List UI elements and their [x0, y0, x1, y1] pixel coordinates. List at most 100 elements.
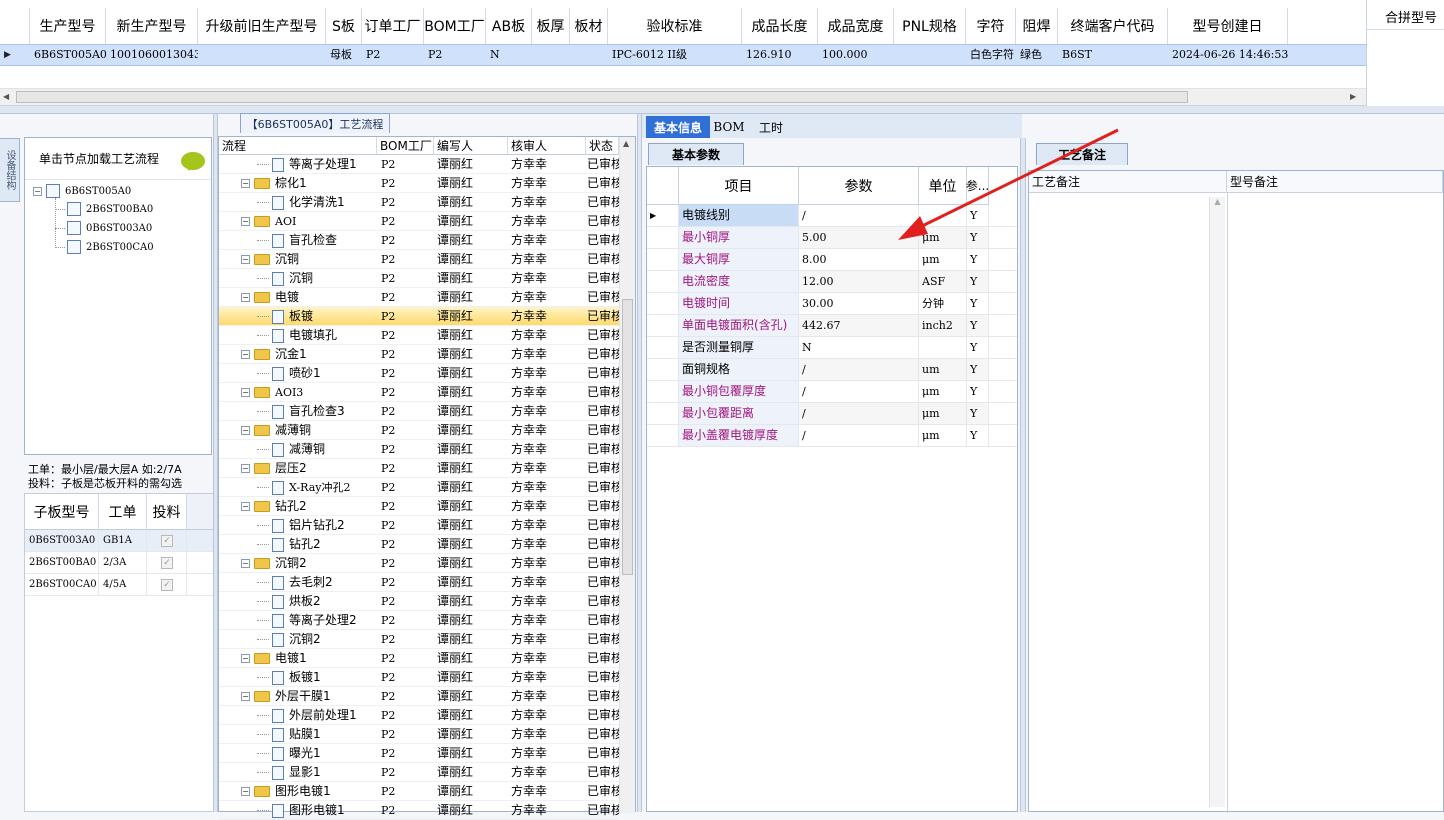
col-writer[interactable]: 编写人: [434, 137, 508, 155]
process-node[interactable]: − AOI: [241, 212, 381, 231]
tree-node-child[interactable]: 2B6ST00BA0: [55, 200, 153, 218]
param-value-cell[interactable]: /: [799, 403, 919, 424]
feed-checkbox-cell[interactable]: ✓: [147, 574, 187, 595]
process-node[interactable]: − 沉铜: [241, 250, 381, 269]
horizontal-scrollbar[interactable]: ◀ ▶: [0, 88, 1366, 105]
process-row[interactable]: − 电镀1 P2 谭丽红 方幸幸 已审核: [219, 649, 619, 668]
collapse-icon[interactable]: −: [241, 464, 250, 473]
process-row[interactable]: 板镀1 P2 谭丽红 方幸幸 已审核: [219, 668, 619, 687]
grid-cell[interactable]: [198, 45, 326, 65]
process-node[interactable]: 减薄铜: [257, 440, 397, 459]
grid-cell[interactable]: [894, 45, 966, 65]
process-node[interactable]: 显影1: [257, 763, 397, 782]
feed-checkbox[interactable]: ✓: [161, 535, 173, 547]
collapse-icon[interactable]: −: [33, 186, 42, 196]
col-header[interactable]: 型号创建日: [1168, 8, 1288, 44]
process-row[interactable]: 外层前处理1 P2 谭丽红 方幸幸 已审核: [219, 706, 619, 725]
process-row[interactable]: 曝光1 P2 谭丽红 方幸幸 已审核: [219, 744, 619, 763]
col-process[interactable]: 流程: [219, 137, 377, 155]
collapse-icon[interactable]: −: [241, 426, 250, 435]
process-node[interactable]: 沉铜: [257, 269, 397, 288]
process-node[interactable]: 钻孔2: [257, 535, 397, 554]
collapse-icon[interactable]: −: [241, 692, 250, 701]
collapse-icon[interactable]: −: [241, 293, 250, 302]
grid-cell[interactable]: IPC-6012 II级: [608, 45, 742, 65]
process-row[interactable]: 板镀 P2 谭丽红 方幸幸 已审核: [219, 307, 619, 326]
process-row[interactable]: 沉铜 P2 谭丽红 方幸幸 已审核: [219, 269, 619, 288]
process-node[interactable]: 去毛刺2: [257, 573, 397, 592]
collapse-icon[interactable]: −: [241, 559, 250, 568]
collapse-icon[interactable]: −: [241, 502, 250, 511]
vertical-scrollbar[interactable]: ▲: [619, 137, 635, 813]
parameter-row[interactable]: 最小铜包覆厚度 / μm Y: [647, 381, 1017, 403]
grid-cell[interactable]: 绿色: [1016, 45, 1058, 65]
process-row[interactable]: 图形电镀1 P2 谭丽红 方幸幸 已审核: [219, 801, 619, 820]
parameter-row[interactable]: 最小盖覆电镀厚度 / μm Y: [647, 425, 1017, 447]
sub-board-row[interactable]: 0B6ST003A0 GB1A ✓: [25, 530, 215, 552]
tree-node-root[interactable]: − 6B6ST005A0: [33, 182, 131, 200]
process-node[interactable]: 喷砂1: [257, 364, 397, 383]
grid-cell[interactable]: 126.910: [742, 45, 818, 65]
chat-bubble-icon[interactable]: [181, 152, 205, 171]
process-node[interactable]: 外层前处理1: [257, 706, 397, 725]
col-header[interactable]: S板: [326, 8, 362, 44]
horizontal-splitter[interactable]: [0, 106, 1444, 114]
param-value-cell[interactable]: 30.00: [799, 293, 919, 314]
process-row[interactable]: 沉铜2 P2 谭丽红 方幸幸 已审核: [219, 630, 619, 649]
grid-cell[interactable]: P2: [424, 45, 486, 65]
process-row[interactable]: − 电镀 P2 谭丽红 方幸幸 已审核: [219, 288, 619, 307]
process-row[interactable]: − AOI3 P2 谭丽红 方幸幸 已审核: [219, 383, 619, 402]
collapse-icon[interactable]: −: [241, 350, 250, 359]
process-node[interactable]: X-Ray冲孔2: [257, 478, 397, 497]
process-node[interactable]: − 减薄铜: [241, 421, 381, 440]
collapse-icon[interactable]: −: [241, 217, 250, 226]
process-node[interactable]: 曝光1: [257, 744, 397, 763]
process-node[interactable]: 板镀: [257, 307, 397, 326]
process-row[interactable]: 电镀填孔 P2 谭丽红 方幸幸 已审核: [219, 326, 619, 345]
col-header[interactable]: 验收标准: [608, 8, 742, 44]
col-header[interactable]: 生产型号: [30, 8, 106, 44]
scroll-thumb[interactable]: [622, 299, 633, 575]
process-row[interactable]: 钻孔2 P2 谭丽红 方幸幸 已审核: [219, 535, 619, 554]
feed-checkbox[interactable]: ✓: [161, 557, 173, 569]
col-reviewer[interactable]: 核审人: [508, 137, 586, 155]
grid-cell[interactable]: 白色字符: [966, 45, 1016, 65]
collapse-icon[interactable]: −: [241, 787, 250, 796]
process-row[interactable]: 盲孔检查 P2 谭丽红 方幸幸 已审核: [219, 231, 619, 250]
tab-work-hours[interactable]: 工时: [754, 116, 788, 138]
process-row[interactable]: 盲孔检查3 P2 谭丽红 方幸幸 已审核: [219, 402, 619, 421]
process-row[interactable]: 贴膜1 P2 谭丽红 方幸幸 已审核: [219, 725, 619, 744]
process-row[interactable]: 等离子处理1 P2 谭丽红 方幸幸 已审核: [219, 155, 619, 174]
middle-splitter[interactable]: [637, 114, 642, 812]
scroll-right-icon[interactable]: ▶: [1350, 92, 1356, 101]
model-grid-row[interactable]: ▶ 6B6ST005A010010600130433母板P2P2NIPC-601…: [0, 44, 1366, 66]
process-node[interactable]: 化学清洗1: [257, 193, 397, 212]
grid-cell[interactable]: 2024-06-26 14:46:53: [1168, 45, 1288, 65]
col-header[interactable]: AB板: [486, 8, 532, 44]
process-node[interactable]: − 电镀1: [241, 649, 381, 668]
col-header[interactable]: 订单工厂: [362, 8, 424, 44]
process-row[interactable]: 化学清洗1 P2 谭丽红 方幸幸 已审核: [219, 193, 619, 212]
process-node[interactable]: 烘板2: [257, 592, 397, 611]
parameter-row[interactable]: 面铜规格 / um Y: [647, 359, 1017, 381]
col-header[interactable]: 新生产型号: [106, 8, 198, 44]
col-item[interactable]: 项目: [679, 167, 799, 205]
process-node[interactable]: − 钻孔2: [241, 497, 381, 516]
process-node[interactable]: − 沉金1: [241, 345, 381, 364]
process-node[interactable]: 贴膜1: [257, 725, 397, 744]
param-value-cell[interactable]: /: [799, 425, 919, 446]
process-row[interactable]: 显影1 P2 谭丽红 方幸幸 已审核: [219, 763, 619, 782]
tab-bom[interactable]: BOM: [713, 116, 744, 138]
collapse-icon[interactable]: −: [241, 654, 250, 663]
parameter-row[interactable]: 是否测量铜厚 N Y: [647, 337, 1017, 359]
col-header[interactable]: 成品长度: [742, 8, 818, 44]
grid-cell[interactable]: N: [486, 45, 532, 65]
scroll-up-icon[interactable]: ▲: [1210, 197, 1225, 206]
param-value-cell[interactable]: 12.00: [799, 271, 919, 292]
process-row[interactable]: − 减薄铜 P2 谭丽红 方幸幸 已审核: [219, 421, 619, 440]
col-header[interactable]: 板厚: [532, 8, 570, 44]
col-header[interactable]: BOM工厂: [424, 8, 486, 44]
tab-basic-info[interactable]: 基本信息: [646, 116, 710, 138]
collapse-icon[interactable]: −: [241, 255, 250, 264]
process-node[interactable]: 等离子处理2: [257, 611, 397, 630]
